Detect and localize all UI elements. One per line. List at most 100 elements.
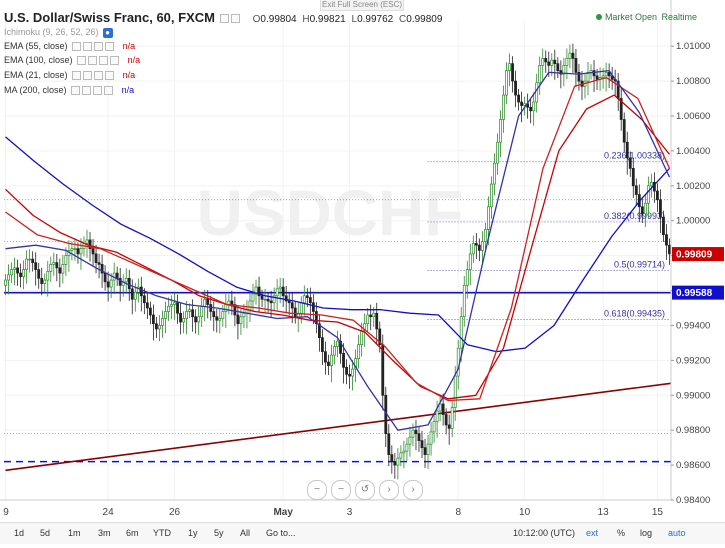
range-1m[interactable]: 1m — [68, 528, 81, 538]
percent-toggle[interactable]: % — [617, 528, 625, 538]
indicator-ema55[interactable]: EMA (55, close) n/a — [4, 39, 135, 53]
scroll-end-button[interactable]: › — [403, 480, 423, 500]
zoom-in-button[interactable]: − — [331, 480, 351, 500]
candle-body — [239, 316, 243, 325]
candle-body — [324, 351, 327, 363]
y-tick-label: 1.00200 — [676, 181, 710, 192]
eye-icon[interactable]: ● — [102, 27, 113, 38]
range-1y[interactable]: 1y — [188, 528, 198, 538]
scroll-right-button[interactable]: › — [379, 480, 399, 500]
candle-body — [468, 253, 472, 270]
candle-body — [70, 248, 74, 251]
more-box[interactable] — [94, 42, 104, 52]
indicator-ema100[interactable]: EMA (100, close) n/a — [4, 53, 140, 67]
reset-button[interactable]: ↺ — [355, 480, 375, 500]
settings-box[interactable] — [71, 86, 81, 96]
remove-box[interactable] — [105, 71, 115, 81]
hide-box[interactable] — [88, 56, 98, 66]
more-box[interactable] — [99, 56, 109, 66]
candle-body — [411, 429, 415, 438]
market-status: Market Open Realtime — [595, 12, 697, 22]
candle-body — [161, 318, 164, 326]
candle-body — [649, 181, 653, 187]
range-all[interactable]: All — [240, 528, 250, 538]
y-tick-label: 0.99400 — [676, 320, 710, 331]
candle-body — [224, 304, 228, 312]
candle-body — [360, 330, 364, 346]
candle-body — [607, 72, 611, 77]
candle-body — [302, 295, 306, 304]
zoom-out-button[interactable]: − — [307, 480, 327, 500]
more-box[interactable] — [94, 71, 104, 81]
candle-body — [76, 248, 80, 255]
bottom-toolbar: 1d 5d 1m 3m 6m YTD 1y 5y All Go to... 10… — [0, 522, 725, 544]
candle-body — [106, 281, 110, 288]
candle-body — [375, 312, 379, 330]
y-tick-label: 0.98600 — [676, 460, 710, 471]
remove-box[interactable] — [110, 56, 120, 66]
indicator-ichimoku[interactable]: Ichimoku (9, 26, 52, 26) ● — [4, 25, 113, 39]
indicator-ema21[interactable]: EMA (21, close) n/a — [4, 68, 135, 82]
candle-body — [194, 316, 198, 323]
candle-body — [142, 295, 146, 304]
x-tick-label: 24 — [103, 507, 115, 518]
candle-body — [31, 258, 35, 263]
hide-box[interactable] — [83, 42, 93, 52]
candle-body — [432, 421, 436, 433]
candle-body — [305, 295, 309, 298]
more-box[interactable] — [93, 86, 103, 96]
symbol-title[interactable]: U.S. Dollar/Swiss Franc, 60, FXCM — [4, 10, 215, 25]
candle-body — [556, 63, 560, 71]
candle-body — [127, 277, 131, 290]
range-1d[interactable]: 1d — [14, 528, 24, 538]
candle-body — [571, 52, 575, 59]
candle-body — [61, 264, 65, 274]
x-tick-label: 3 — [347, 507, 353, 518]
remove-box[interactable] — [104, 86, 114, 96]
range-3m[interactable]: 3m — [98, 528, 111, 538]
y-tick-label: 1.01000 — [676, 41, 710, 52]
log-toggle[interactable]: log — [640, 528, 652, 538]
candle-body — [79, 248, 83, 255]
candle-body — [333, 346, 336, 356]
candle-body — [493, 162, 496, 185]
candle-body — [465, 269, 469, 286]
candle-body — [212, 311, 216, 318]
candle-body — [206, 298, 210, 305]
last-price-label: 0.99809 — [676, 250, 713, 261]
legend-close-box[interactable] — [231, 14, 241, 24]
candle-body — [215, 316, 219, 321]
candle-body — [508, 63, 511, 71]
candle-body — [496, 141, 499, 164]
candle-body — [236, 314, 240, 325]
ext-toggle[interactable]: ext — [586, 528, 598, 538]
candle-body — [420, 440, 424, 448]
hide-box[interactable] — [82, 86, 92, 96]
indicator-ma200[interactable]: MA (200, close) n/a — [4, 83, 134, 97]
candle-body — [532, 101, 536, 112]
x-tick-label: 9 — [3, 507, 9, 518]
candle-body — [200, 305, 204, 318]
range-ytd[interactable]: YTD — [153, 528, 171, 538]
candle-body — [483, 229, 487, 243]
range-6m[interactable]: 6m — [126, 528, 139, 538]
x-tick-label: 8 — [455, 507, 461, 518]
candle-body — [665, 234, 668, 246]
candle-body — [480, 241, 484, 251]
candle-body — [456, 347, 460, 377]
goto-button[interactable]: Go to... — [266, 528, 296, 538]
range-5y[interactable]: 5y — [214, 528, 224, 538]
candle-body — [34, 262, 38, 270]
range-5d[interactable]: 5d — [40, 528, 50, 538]
hide-box[interactable] — [83, 71, 93, 81]
candle-body — [447, 424, 451, 429]
auto-toggle[interactable]: auto — [668, 528, 686, 538]
legend-settings-box[interactable] — [220, 14, 230, 24]
candle-body — [381, 344, 385, 396]
candle-body — [91, 248, 95, 255]
settings-box[interactable] — [77, 56, 87, 66]
remove-box[interactable] — [105, 42, 115, 52]
settings-box[interactable] — [72, 42, 82, 52]
settings-box[interactable] — [72, 71, 82, 81]
y-tick-label: 1.00400 — [676, 146, 710, 157]
